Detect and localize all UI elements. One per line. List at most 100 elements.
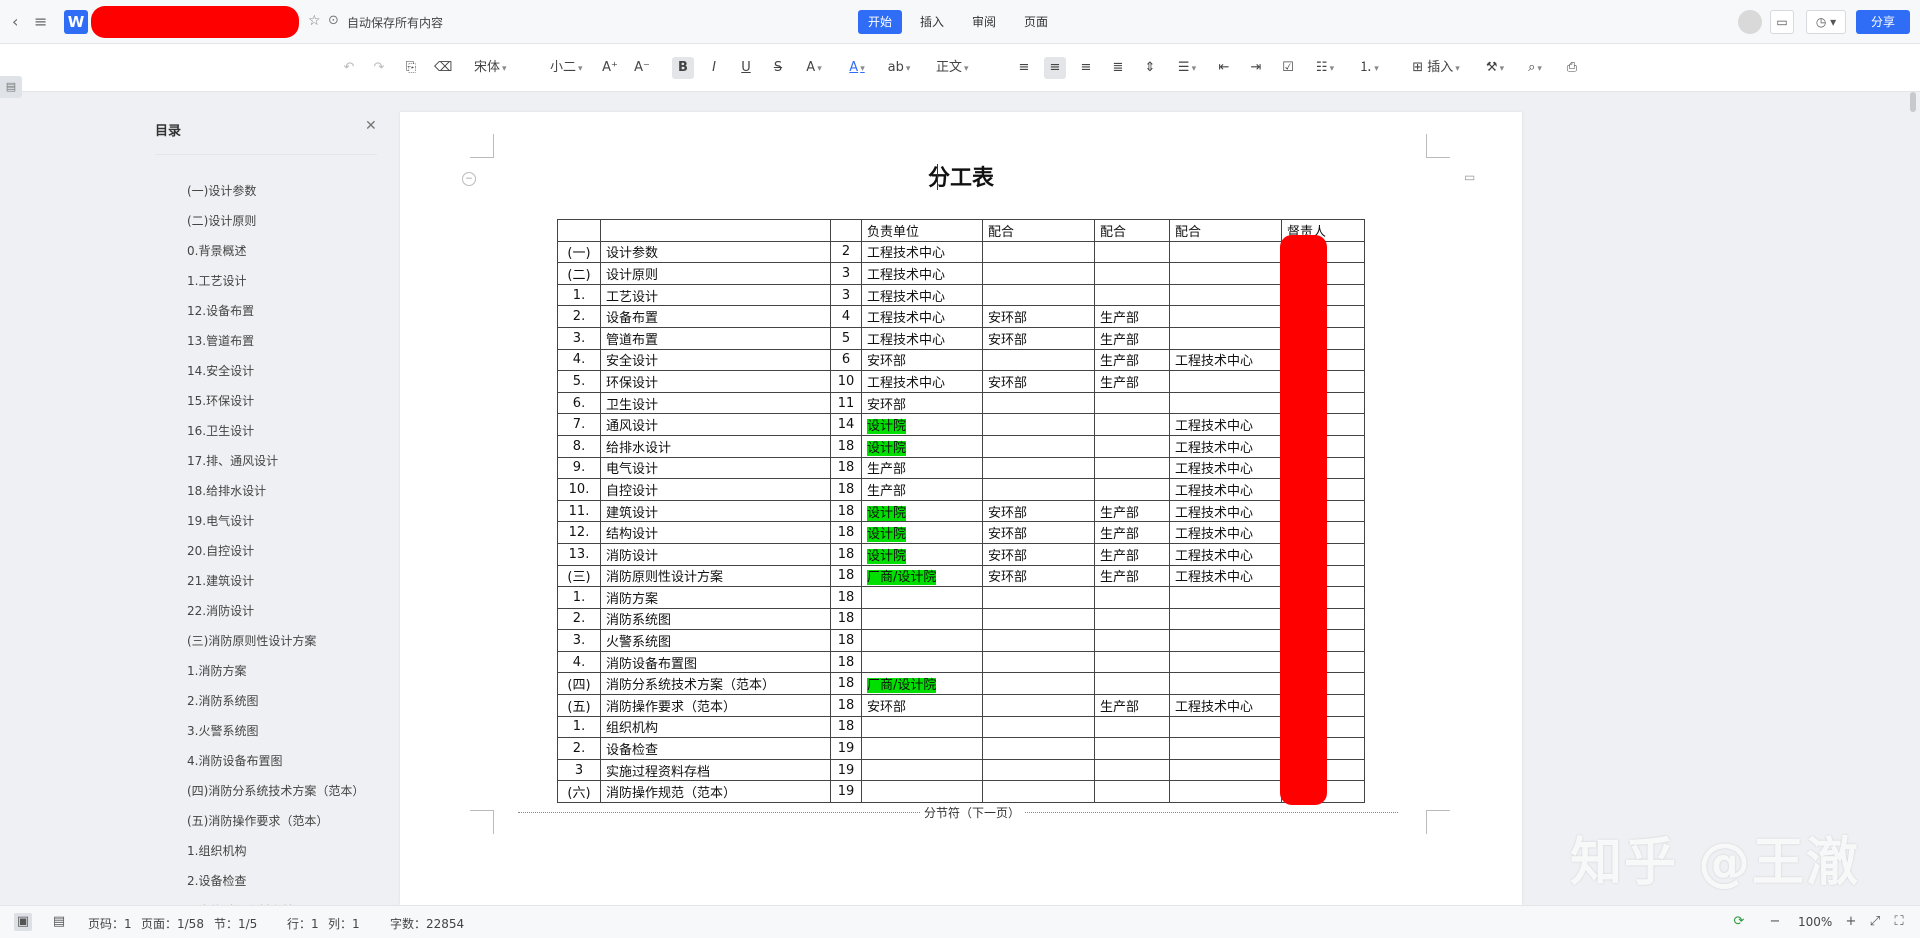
- outline-item[interactable]: 1.组织机构: [187, 836, 377, 866]
- table-cell[interactable]: 19: [830, 737, 862, 760]
- table-cell[interactable]: 2.: [557, 607, 601, 631]
- document-page[interactable]: − ▭ 分工表 负责单位 配合 配合 配合 督责人 (一) 设计参数 2 工程技术中心 (二) 设计…: [400, 112, 1522, 905]
- table-cell[interactable]: 生产部: [1094, 564, 1170, 588]
- hamburger-menu-icon[interactable]: ≡: [34, 12, 52, 32]
- outline-item[interactable]: 21.建筑设计: [187, 566, 377, 596]
- table-cell[interactable]: 10: [830, 370, 862, 393]
- table-cell[interactable]: 5: [830, 326, 862, 350]
- outline-item[interactable]: (二)设计原则: [187, 206, 377, 236]
- table-cell[interactable]: 安环部: [982, 305, 1095, 328]
- page-count[interactable]: 页面：1/58: [141, 915, 204, 932]
- table-cell[interactable]: 工程技术中心: [861, 262, 983, 285]
- table-cell[interactable]: [1094, 283, 1170, 307]
- table-cell[interactable]: [861, 780, 983, 804]
- outline-item[interactable]: 2.消防系统图: [187, 686, 377, 716]
- table-cell[interactable]: 厂商/设计院: [861, 564, 983, 588]
- table-cell[interactable]: 安环部: [982, 499, 1095, 523]
- align-right-icon[interactable]: ≡: [1076, 57, 1096, 79]
- table-cell[interactable]: 18: [830, 542, 862, 566]
- outline-item[interactable]: (一)设计参数: [187, 176, 377, 206]
- format-painter-icon[interactable]: ⎘: [402, 57, 420, 79]
- table-cell[interactable]: 厂商/设计院: [861, 672, 983, 696]
- outline-item[interactable]: 1.消防方案: [187, 656, 377, 686]
- table-cell[interactable]: 生产部: [861, 456, 983, 480]
- font-color-icon[interactable]: A: [842, 57, 872, 79]
- table-cell[interactable]: [861, 737, 983, 760]
- decrease-indent-icon[interactable]: ⇤: [1214, 57, 1234, 79]
- table-header-cell[interactable]: 配合: [1169, 219, 1282, 242]
- table-cell[interactable]: 2.: [557, 305, 601, 328]
- table-cell[interactable]: 4.: [557, 650, 601, 674]
- outline-item[interactable]: 4.消防设备布置图: [187, 746, 377, 776]
- table-cell[interactable]: [1094, 262, 1170, 285]
- table-cell[interactable]: 工艺设计: [600, 283, 831, 307]
- table-cell[interactable]: 设计原则: [600, 262, 831, 285]
- outline-item[interactable]: 0.背景概述: [187, 236, 377, 266]
- outline-item[interactable]: 2.设备检查: [187, 866, 377, 896]
- table-cell[interactable]: [982, 586, 1095, 609]
- tab-1[interactable]: 插入: [910, 10, 954, 34]
- table-cell[interactable]: 火警系统图: [600, 629, 831, 652]
- clear-format-icon[interactable]: ⌫: [434, 57, 452, 79]
- table-cell[interactable]: 18: [830, 715, 862, 739]
- decrease-font-icon[interactable]: A⁻: [632, 57, 652, 79]
- table-cell[interactable]: [1094, 434, 1170, 458]
- table-cell[interactable]: (三): [557, 564, 601, 588]
- table-cell[interactable]: 安环部: [861, 694, 983, 717]
- table-header-cell[interactable]: 配合: [982, 219, 1095, 242]
- table-cell[interactable]: [982, 283, 1095, 307]
- table-cell[interactable]: 实施过程资料存档: [600, 758, 831, 782]
- zoom-in-icon[interactable]: +: [1842, 913, 1860, 931]
- table-cell[interactable]: 3.: [557, 629, 601, 652]
- table-cell[interactable]: 消防操作规范（范本）: [600, 780, 831, 804]
- table-cell[interactable]: 设备检查: [600, 737, 831, 760]
- table-cell[interactable]: 生产部: [1094, 694, 1170, 717]
- table-cell[interactable]: 环保设计: [600, 370, 831, 393]
- table-cell[interactable]: 安环部: [861, 391, 983, 415]
- table-cell[interactable]: (一): [557, 240, 601, 264]
- vertical-scrollbar[interactable]: [1906, 92, 1920, 905]
- table-cell[interactable]: 19: [830, 758, 862, 782]
- table-cell[interactable]: [982, 434, 1095, 458]
- user-avatar[interactable]: [1738, 10, 1762, 34]
- table-cell[interactable]: 19: [830, 780, 862, 804]
- table-cell[interactable]: [1094, 478, 1170, 501]
- table-cell[interactable]: [1094, 413, 1170, 436]
- table-cell[interactable]: 设计院: [861, 413, 983, 436]
- outline-item[interactable]: 16.卫生设计: [187, 416, 377, 446]
- table-cell[interactable]: 12.: [557, 521, 601, 544]
- table-header-cell[interactable]: 配合: [1094, 219, 1170, 242]
- table-cell[interactable]: [1094, 586, 1170, 609]
- outline-view-icon[interactable]: ▤: [50, 913, 68, 931]
- table-cell[interactable]: (四): [557, 672, 601, 696]
- bullet-list-icon[interactable]: ☷: [1310, 57, 1340, 79]
- table-header-cell[interactable]: 负责单位: [861, 219, 983, 242]
- table-cell[interactable]: [1169, 240, 1282, 264]
- table-cell[interactable]: 18: [830, 521, 862, 544]
- table-cell[interactable]: 18: [830, 607, 862, 631]
- table-cell[interactable]: [982, 240, 1095, 264]
- table-cell[interactable]: [861, 607, 983, 631]
- table-cell[interactable]: 18: [830, 434, 862, 458]
- table-cell[interactable]: [982, 413, 1095, 436]
- tab-3[interactable]: 页面: [1014, 10, 1058, 34]
- table-cell[interactable]: 设计院: [861, 499, 983, 523]
- align-center-icon[interactable]: ≡: [1044, 57, 1066, 79]
- table-cell[interactable]: [982, 737, 1095, 760]
- undo-icon[interactable]: ↶: [340, 57, 358, 79]
- table-cell[interactable]: [1169, 326, 1282, 350]
- numbered-list-icon[interactable]: ⒈: [1354, 57, 1384, 79]
- table-cell[interactable]: 3: [830, 283, 862, 307]
- checklist-icon[interactable]: ☑: [1278, 57, 1298, 79]
- screen-record-icon[interactable]: ▭: [1770, 10, 1794, 34]
- outline-item[interactable]: 3.火警系统图: [187, 716, 377, 746]
- table-cell[interactable]: 18: [830, 629, 862, 652]
- table-cell[interactable]: [982, 262, 1095, 285]
- table-cell[interactable]: (五): [557, 694, 601, 717]
- tab-2[interactable]: 审阅: [962, 10, 1006, 34]
- table-cell[interactable]: 生产部: [1094, 305, 1170, 328]
- table-cell[interactable]: [1094, 758, 1170, 782]
- font-family-select[interactable]: 宋体: [474, 57, 540, 79]
- table-cell[interactable]: 14: [830, 413, 862, 436]
- table-cell[interactable]: 管道布置: [600, 326, 831, 350]
